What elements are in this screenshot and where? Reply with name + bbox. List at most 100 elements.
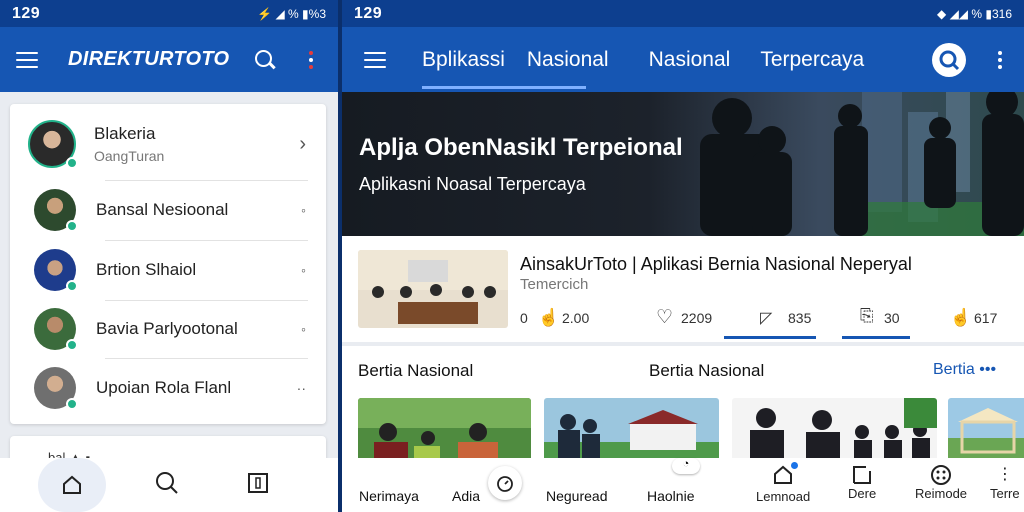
list-item[interactable]: Bansal Nesioonal ◦ <box>10 181 326 239</box>
hero-image <box>700 92 1024 236</box>
list-item[interactable]: Bavia Parlyootonal ◦ <box>10 300 326 358</box>
active-tab-indicator <box>422 86 586 89</box>
nav-label: Lemnoad <box>756 489 811 504</box>
hero-banner[interactable]: Aplja ObenNasikl Terpeional Aplikasni No… <box>342 92 1024 236</box>
heart-icon[interactable]: ♡ <box>656 306 673 329</box>
nav-label: Terre <box>990 486 1020 501</box>
hero-title: Aplja ObenNasikl Terpeional <box>359 134 683 161</box>
tab-terpercaya[interactable]: Terpercaya <box>760 48 864 72</box>
nav-reimode[interactable]: Reimode <box>915 464 967 501</box>
menu-icon[interactable] <box>16 51 38 68</box>
nav-label: Dere <box>848 486 877 501</box>
contact-list: Blakeria OangTuran › Bansal Nesioonal ◦ … <box>10 104 326 424</box>
thumb-up-icon[interactable]: ☝ <box>538 308 559 328</box>
hero-subtitle: Aplikasni Noasal Terpercaya <box>359 174 586 194</box>
tab-nasional[interactable]: Nasional <box>527 48 609 72</box>
list-item-name: Brtion Slhaiol <box>96 260 197 279</box>
app-bar: DIREKTURTOTO <box>0 27 338 92</box>
edit-icon <box>853 466 872 484</box>
news-label-1: Nerimaya <box>359 488 419 504</box>
phone-divider <box>338 0 342 512</box>
bottom-nav: Nerimaya Adia Neguread Haolnie ◔ Lemnoad… <box>342 458 1024 512</box>
list-item[interactable]: Blakeria OangTuran › <box>10 112 326 176</box>
status-icons: ⚡ ◢ % ▮%3 <box>257 6 326 21</box>
list-item-text: Blakeria OangTuran <box>94 124 164 164</box>
timer-icon[interactable] <box>488 466 522 500</box>
see-more-link[interactable]: Bertia ••• <box>933 361 996 379</box>
notification-badge <box>789 460 801 471</box>
stat-value: 2.00 <box>562 310 590 326</box>
chevron-right-icon: › <box>299 132 306 155</box>
stat-prefix: 0 <box>520 310 528 326</box>
list-item-name: Upoian Rola Flanl <box>96 378 232 397</box>
nav-lemnoad[interactable]: Lemnoad <box>756 460 811 504</box>
status-bar: 129 ◆ ◢◢ % ▮316 <box>342 0 1024 27</box>
article-thumbnail <box>358 250 508 328</box>
stat-value: 2209 <box>681 310 713 326</box>
list-item-name: Bavia Parlyootonal <box>96 319 238 338</box>
avatar <box>28 120 78 169</box>
home-icon[interactable] <box>38 458 106 512</box>
stat-value: 30 <box>884 310 900 326</box>
news-thumb[interactable] <box>948 398 1024 458</box>
status-icons: ◆ ◢◢ % ▮316 <box>937 6 1012 21</box>
article-meta: Temercich <box>520 276 589 293</box>
avatar <box>34 189 78 232</box>
search-icon[interactable] <box>253 48 277 72</box>
comment-icon[interactable]: ◸ <box>760 308 772 328</box>
active-stat-underline <box>842 336 910 339</box>
chat-icon[interactable]: ◔ <box>672 458 700 474</box>
status-time: 129 <box>12 4 41 22</box>
share-icon[interactable]: ⎘ <box>860 306 874 326</box>
avatar <box>34 367 78 410</box>
status-dot-icon: ◦ <box>301 262 306 278</box>
app-brand: DIREKTURTOTO <box>68 48 230 70</box>
status-time: 129 <box>354 4 383 22</box>
news-thumb[interactable] <box>544 398 719 458</box>
list-item[interactable]: Upoian Rola Flanl ·· <box>10 359 326 417</box>
menu-icon[interactable] <box>364 51 386 68</box>
list-item-name: Blakeria <box>94 124 156 143</box>
tab-aplikasi[interactable]: Bplikassi <box>422 48 505 72</box>
more-vert-icon: ⋮ <box>996 466 1013 483</box>
avatar <box>34 249 78 292</box>
search-nav-icon[interactable] <box>154 470 180 501</box>
bottom-nav <box>0 458 338 512</box>
news-label-2: Neguread <box>546 488 608 504</box>
tab-bar: Bplikassi Nasional Nasional Terpercaya <box>422 27 864 92</box>
section-title-2: Bertia Nasional <box>649 361 765 380</box>
like-icon[interactable]: ☝ <box>950 308 971 328</box>
status-bar: 129 ⚡ ◢ % ▮%3 <box>0 0 338 27</box>
news-label-1b: Adia <box>452 488 481 504</box>
featured-article[interactable]: AinsakUrToto | Aplikasi Bernia Nasional … <box>342 236 1024 342</box>
list-item[interactable]: Brtion Slhaiol ◦ <box>10 241 326 299</box>
status-dot-icon: ◦ <box>301 202 306 218</box>
search-icon[interactable] <box>932 42 966 77</box>
stat-value: 617 <box>974 310 998 326</box>
list-item-name: Bansal Nesioonal <box>96 200 229 219</box>
avatar <box>34 308 78 351</box>
nav-label: Reimode <box>915 486 968 501</box>
see-more-label: Bertia <box>933 361 975 378</box>
more-options-icon[interactable] <box>998 50 1002 69</box>
more-dots-icon: ••• <box>979 361 997 378</box>
article-stats: 0 ☝ 2.00 ♡ 2209 ◸ 835 ⎘ 30 ☝ 617 <box>520 306 1010 339</box>
status-dot-icon: ◦ <box>301 321 306 337</box>
more-options-icon[interactable] <box>309 50 314 69</box>
article-title: AinsakUrToto | Aplikasi Bernia Nasional … <box>520 254 912 274</box>
tab-nasional-2[interactable]: Nasional <box>649 48 731 72</box>
bookmark-icon[interactable] <box>246 471 270 500</box>
stat-value: 835 <box>788 310 812 326</box>
news-thumb[interactable] <box>732 398 937 458</box>
news-label-2b: Haolnie <box>647 488 695 504</box>
active-stat-underline <box>724 336 816 339</box>
list-item-sub: OangTuran <box>94 148 165 164</box>
grid-icon <box>931 465 952 485</box>
news-thumb[interactable] <box>358 398 531 458</box>
news-section: Bertia Nasional Bertia Nasional Bertia •… <box>342 346 1024 458</box>
nav-terre[interactable]: ⋮ Terre <box>990 464 1020 501</box>
more-icon: ·· <box>296 380 306 396</box>
section-title: Bertia Nasional <box>358 361 474 380</box>
app-bar: Bplikassi Nasional Nasional Terpercaya <box>342 27 1024 92</box>
nav-dere[interactable]: Dere <box>848 464 876 501</box>
